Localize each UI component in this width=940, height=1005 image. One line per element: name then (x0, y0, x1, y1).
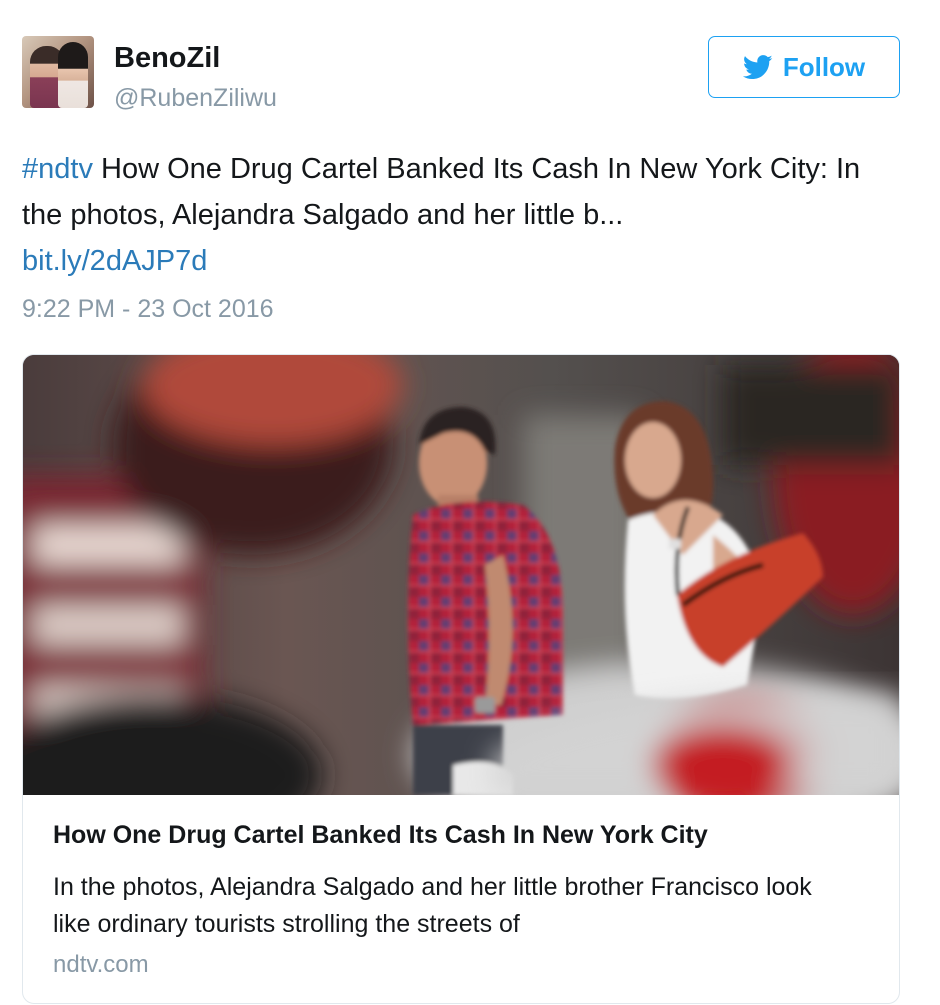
twitter-bird-icon (742, 54, 773, 80)
user-display-name[interactable]: BenoZil (114, 42, 220, 75)
card-body: How One Drug Cartel Banked Its Cash In N… (23, 795, 899, 1003)
avatar-person-right (58, 42, 88, 108)
card-domain: ndtv.com (53, 951, 149, 978)
tweet-body: How One Drug Cartel Banked Its Cash In N… (22, 153, 861, 231)
short-link[interactable]: bit.ly/2dAJP7d (22, 245, 207, 277)
tweet-timestamp[interactable]: 9:22 PM - 23 Oct 2016 (22, 295, 274, 324)
card-description: In the photos, Alejandra Salgado and her… (53, 873, 812, 938)
link-card[interactable]: How One Drug Cartel Banked Its Cash In N… (22, 354, 900, 1004)
hashtag-link[interactable]: #ndtv (22, 153, 93, 185)
card-title: How One Drug Cartel Banked Its Cash In N… (53, 821, 708, 849)
card-image[interactable] (23, 355, 899, 795)
tweet-text: #ndtv How One Drug Cartel Banked Its Cas… (22, 146, 902, 284)
follow-button[interactable]: Follow (708, 36, 900, 98)
follow-label: Follow (782, 51, 866, 82)
avatar[interactable] (22, 36, 94, 108)
user-handle[interactable]: @RubenZiliwu (114, 84, 277, 113)
tweet-embed: BenoZil @RubenZiliwu Follow #ndtv How On… (0, 0, 940, 1005)
